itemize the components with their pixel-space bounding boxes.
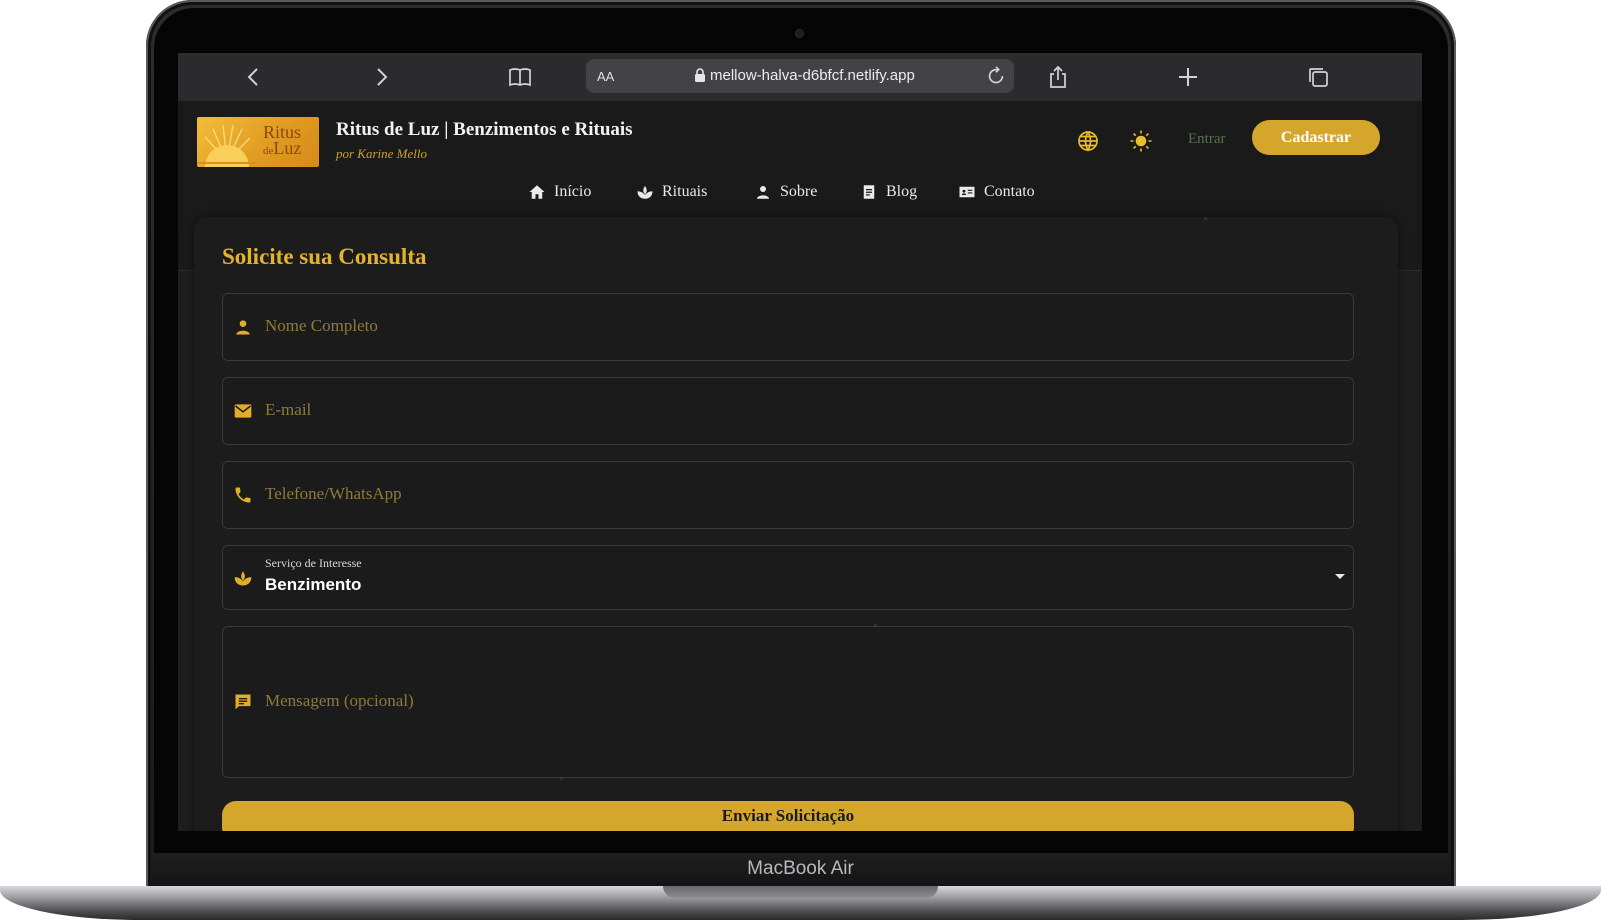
- sun-theme-icon[interactable]: [1129, 129, 1153, 153]
- nav-item-sobre[interactable]: Sobre: [754, 179, 817, 205]
- nav-item-blog[interactable]: Blog: [860, 179, 917, 205]
- email-placeholder: E-mail: [265, 400, 312, 419]
- main-nav: Início Rituais Sobre Blog Contato: [178, 179, 1422, 209]
- name-placeholder: Nome Completo: [265, 316, 378, 335]
- nav-item-rituais[interactable]: Rituais: [636, 179, 707, 205]
- home-icon: [529, 185, 545, 199]
- name-field[interactable]: Nome Completo: [222, 293, 1354, 361]
- chat-icon: [233, 692, 253, 712]
- chevron-right-icon[interactable]: [369, 65, 393, 89]
- nav-item-inicio[interactable]: Início: [528, 179, 591, 205]
- contact-card-icon: [959, 186, 975, 198]
- form-title: Solicite sua Consulta: [222, 244, 427, 269]
- tabs-icon[interactable]: [1306, 65, 1330, 89]
- reader-button[interactable]: AA: [597, 69, 614, 84]
- decorative-dot: [1204, 217, 1207, 220]
- service-label: Serviço de Interesse: [265, 556, 362, 570]
- nav-label: Contato: [984, 183, 1035, 200]
- plus-icon[interactable]: [1176, 65, 1200, 89]
- screen: AA mellow-halva-d6bfcf.netlify.app Ritus…: [178, 53, 1422, 831]
- message-placeholder: Mensagem (opcional): [265, 691, 414, 710]
- chevron-left-icon[interactable]: [242, 65, 266, 89]
- nav-item-contato[interactable]: Contato: [958, 179, 1035, 205]
- message-field[interactable]: Mensagem (opcional): [222, 626, 1354, 778]
- url-text: mellow-halva-d6bfcf.netlify.app: [710, 67, 915, 84]
- device-label: MacBook Air: [747, 858, 854, 879]
- nav-label: Início: [554, 183, 592, 200]
- phone-field[interactable]: Telefone/WhatsApp: [222, 461, 1354, 529]
- phone-placeholder: Telefone/WhatsApp: [265, 484, 402, 503]
- submit-button[interactable]: Enviar Solicitação: [222, 801, 1354, 831]
- nav-label: Sobre: [780, 183, 818, 200]
- site-subtitle: por Karine Mello: [336, 146, 427, 161]
- email-field[interactable]: E-mail: [222, 377, 1354, 445]
- person-icon: [757, 186, 769, 199]
- article-icon: [863, 185, 875, 199]
- logo-line-2: deLuz: [263, 139, 301, 160]
- phone-icon: [233, 485, 253, 505]
- logo-line-2-main: Luz: [273, 138, 302, 158]
- site-title[interactable]: Ritus de Luz | Benzimentos e Rituais: [336, 119, 633, 141]
- lock-icon: [695, 68, 705, 82]
- nav-label: Rituais: [662, 183, 708, 200]
- lotus-icon: [637, 186, 653, 199]
- nav-label: Blog: [886, 183, 918, 200]
- address-bar[interactable]: AA mellow-halva-d6bfcf.netlify.app: [586, 59, 1014, 93]
- logo-line-2-small: de: [263, 145, 274, 157]
- camera-icon: [795, 29, 804, 38]
- laptop-notch: [663, 886, 938, 898]
- service-select[interactable]: Serviço de Interesse Benzimento: [222, 545, 1354, 610]
- site-logo[interactable]: Ritus deLuz: [197, 117, 319, 167]
- lotus-icon: [233, 568, 253, 588]
- browser-toolbar: AA mellow-halva-d6bfcf.netlify.app: [178, 53, 1422, 101]
- service-value: Benzimento: [265, 575, 362, 594]
- login-link[interactable]: Entrar: [1188, 131, 1225, 148]
- envelope-icon: [233, 401, 253, 421]
- globe-icon[interactable]: [1076, 129, 1100, 153]
- signup-button[interactable]: Cadastrar: [1252, 120, 1380, 155]
- book-icon[interactable]: [508, 65, 532, 89]
- chevron-down-icon: [1335, 574, 1345, 579]
- person-icon: [233, 317, 253, 337]
- share-icon[interactable]: [1046, 65, 1070, 89]
- reload-icon[interactable]: [985, 65, 1007, 87]
